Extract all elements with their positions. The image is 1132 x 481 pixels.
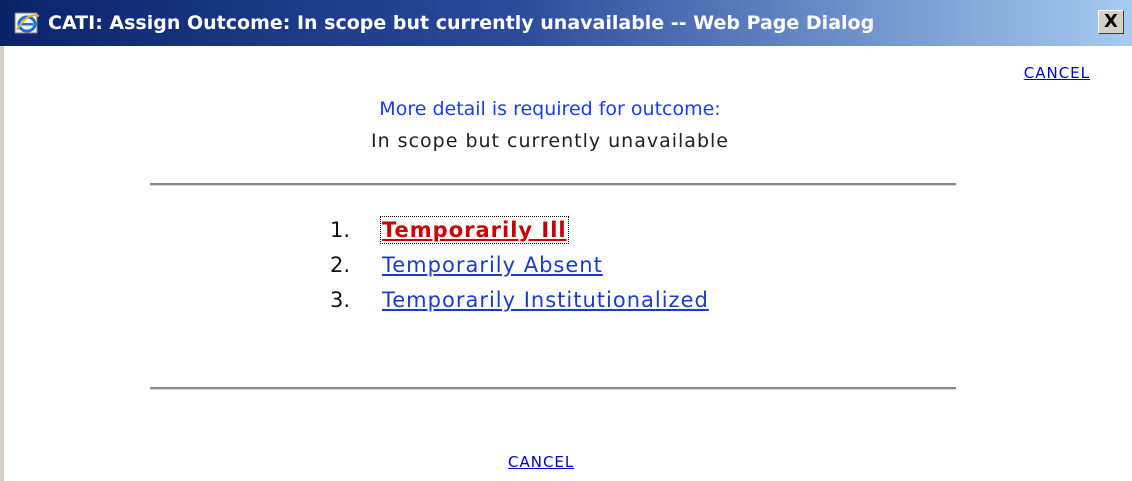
title-bar: CATI: Assign Outcome: In scope but curre… <box>0 0 1132 46</box>
option-item: 1. Temporarily Ill <box>330 212 709 247</box>
option-item: 2. Temporarily Absent <box>330 247 709 282</box>
option-number: 1. <box>330 217 351 242</box>
option-link-temporarily-ill[interactable]: Temporarily Ill <box>380 215 569 244</box>
detail-prompt: More detail is required for outcome: <box>379 98 721 120</box>
close-button[interactable]: X <box>1098 10 1124 34</box>
option-number: 2. <box>330 252 351 277</box>
cancel-link-bottom[interactable]: CANCEL <box>508 453 574 471</box>
divider-bottom <box>150 387 956 390</box>
option-link-temporarily-institutionalized[interactable]: Temporarily Institutionalized <box>382 288 709 312</box>
ie-icon <box>14 10 40 36</box>
option-item: 3. Temporarily Institutionalized <box>330 282 709 317</box>
option-link-temporarily-absent[interactable]: Temporarily Absent <box>382 253 603 277</box>
divider-top <box>150 183 956 186</box>
outcome-options-list: 1. Temporarily Ill 2. Temporarily Absent… <box>330 212 709 317</box>
close-icon: X <box>1104 11 1118 32</box>
cancel-link-top[interactable]: CANCEL <box>1024 64 1090 82</box>
window-title: CATI: Assign Outcome: In scope but curre… <box>48 12 875 34</box>
option-number: 3. <box>330 287 351 312</box>
outcome-name: In scope but currently unavailable <box>371 130 729 152</box>
